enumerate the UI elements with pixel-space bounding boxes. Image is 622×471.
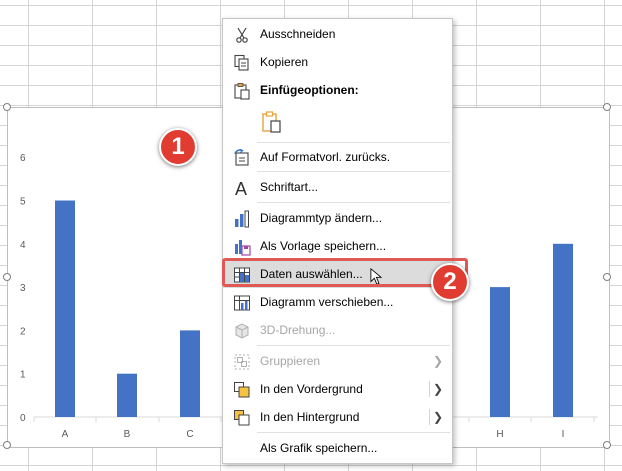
bar-A[interactable]	[55, 200, 75, 418]
menu-item-select-data[interactable]: Daten auswählen...	[223, 260, 452, 288]
resize-handle-bottom-left[interactable]	[3, 441, 11, 449]
submenu-arrow-icon[interactable]: ❯	[433, 382, 443, 396]
menu-item-label: Kopieren	[260, 55, 309, 69]
resize-handle-top-right[interactable]	[603, 103, 611, 111]
paste-options-icon	[234, 83, 250, 100]
menu-item-label: Daten auswählen...	[260, 267, 363, 281]
y-tick-label: 0	[20, 413, 26, 424]
menu-item-label: Gruppieren	[260, 354, 321, 368]
resize-handle-left[interactable]	[3, 273, 11, 281]
send-backward-icon	[234, 410, 250, 426]
svg-text:A: A	[235, 179, 247, 197]
menu-item-label: In den Hintergrund	[260, 410, 360, 424]
x-tick-label: I	[562, 429, 565, 440]
menu-item-label: Schriftart...	[260, 180, 319, 194]
x-tick-label: B	[124, 429, 131, 440]
scissors-icon	[236, 27, 248, 43]
menu-separator	[257, 171, 450, 172]
resize-handle-right[interactable]	[603, 273, 611, 281]
submenu-arrow-icon[interactable]: ❯	[433, 410, 443, 424]
paste-icon	[262, 111, 281, 133]
chart-type-icon	[235, 210, 249, 228]
menu-item-label: 3D-Drehung...	[260, 323, 336, 337]
submenu-arrow-icon: ❯	[432, 354, 443, 368]
3d-rotation-icon	[235, 323, 249, 339]
menu-item-bring-forward[interactable]: In den Vordergrund ❯	[223, 375, 452, 403]
menu-item-paste-options: Einfügeoptionen:	[223, 76, 452, 104]
menu-item-label: Als Grafik speichern...	[260, 441, 378, 455]
menu-separator	[257, 202, 450, 203]
x-tick-label: A	[62, 429, 69, 440]
x-tick-label: C	[186, 429, 193, 440]
mouse-cursor-icon	[370, 268, 382, 285]
y-tick-label: 4	[20, 240, 26, 251]
menu-item-copy[interactable]: Kopieren	[223, 48, 452, 76]
menu-item-send-backward[interactable]: In den Hintergrund ❯	[223, 403, 452, 431]
bring-forward-icon	[234, 382, 250, 398]
y-tick-label: 6	[20, 153, 26, 164]
save-template-icon	[235, 240, 251, 256]
y-tick-label: 1	[20, 370, 26, 381]
menu-item-label: Ausschneiden	[260, 27, 336, 41]
resize-handle-top-left[interactable]	[3, 103, 11, 111]
y-tick-label: 3	[20, 283, 26, 294]
menu-separator	[257, 345, 450, 346]
menu-item-cut[interactable]: Ausschneiden	[223, 20, 452, 48]
y-tick-label: 2	[20, 326, 26, 337]
menu-item-save-as-template[interactable]: Als Vorlage speichern...	[223, 232, 452, 260]
menu-item-label: Als Vorlage speichern...	[260, 239, 387, 253]
step-badge-2: 2	[431, 263, 469, 301]
menu-item-group[interactable]: Gruppieren ❯	[223, 347, 452, 375]
context-menu: Ausschneiden Kopieren Einfügeoptionen: A…	[222, 18, 453, 464]
paste-button[interactable]	[257, 107, 287, 137]
bar-I[interactable]	[553, 243, 573, 417]
x-tick-label: H	[496, 429, 503, 440]
resize-handle-bottom-right[interactable]	[603, 441, 611, 449]
menu-item-label: Diagramm verschieben...	[260, 295, 394, 309]
split-divider	[429, 409, 430, 425]
menu-item-label: Auf Formatvorl. zurücks.	[260, 150, 391, 164]
move-chart-icon	[234, 295, 250, 311]
menu-item-label: Einfügeoptionen:	[260, 83, 359, 97]
menu-item-3d-rotation[interactable]: 3D-Drehung...	[223, 316, 452, 344]
select-data-icon	[234, 267, 250, 283]
bar-H[interactable]	[490, 287, 510, 417]
menu-item-change-chart-type[interactable]: Diagrammtyp ändern...	[223, 204, 452, 232]
bar-C[interactable]	[180, 330, 200, 417]
bar-B[interactable]	[117, 373, 137, 417]
split-divider	[429, 381, 430, 397]
menu-item-label: Diagrammtyp ändern...	[260, 211, 383, 225]
copy-icon	[234, 54, 249, 71]
menu-item-font[interactable]: A Schriftart...	[223, 173, 452, 201]
menu-separator	[257, 432, 450, 433]
y-tick-label: 5	[20, 197, 26, 208]
font-icon: A	[235, 179, 247, 197]
menu-item-save-as-picture[interactable]: Als Grafik speichern...	[223, 434, 452, 462]
step-badge-1: 1	[159, 128, 197, 166]
reset-style-icon	[234, 149, 249, 166]
menu-item-reset-style[interactable]: Auf Formatvorl. zurücks.	[223, 143, 452, 171]
menu-item-move-chart[interactable]: Diagramm verschieben...	[223, 288, 452, 316]
menu-item-label: In den Vordergrund	[260, 382, 363, 396]
group-icon	[234, 354, 250, 370]
